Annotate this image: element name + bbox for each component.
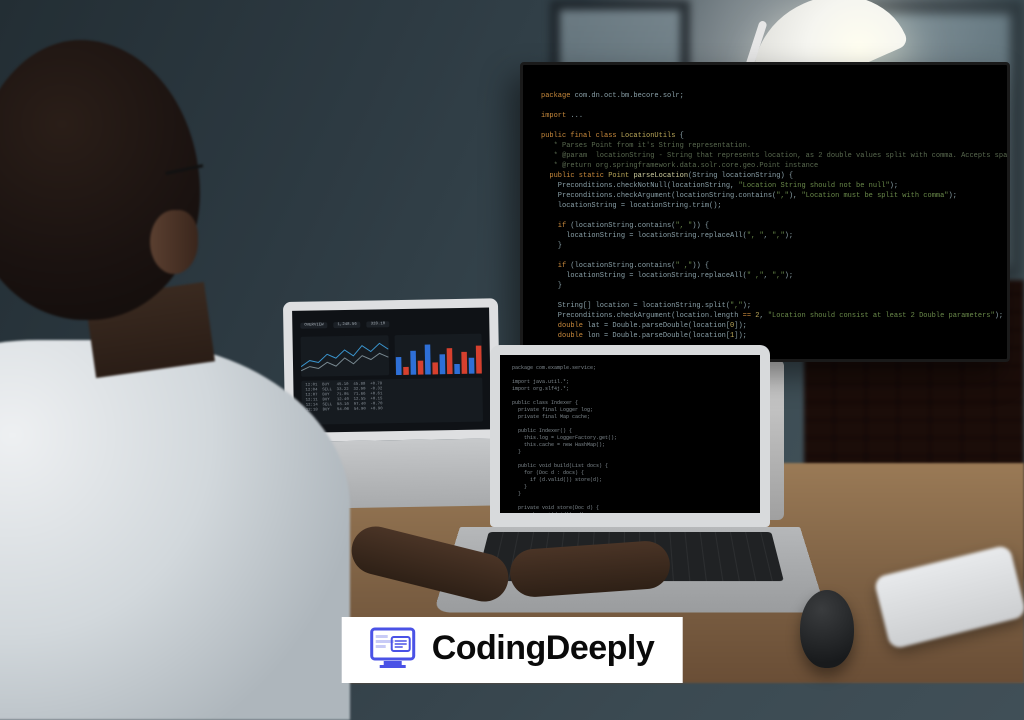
brand-logo-icon xyxy=(370,627,416,669)
dashboard-stat: 328.10 xyxy=(367,321,390,327)
person-developer xyxy=(0,40,350,680)
dashboard-bar-chart xyxy=(394,334,482,376)
brand-watermark: CodingDeeply xyxy=(342,617,683,683)
computer-mouse xyxy=(800,590,854,668)
laptop-right-code-editor: package com.example.service; import java… xyxy=(490,345,770,527)
laptop-right: package com.example.service; import java… xyxy=(490,345,800,647)
external-monitor-code-editor: package com.dn.oct.bm.becore.solr; impor… xyxy=(520,62,1010,362)
brand-name: CodingDeeply xyxy=(432,629,655,668)
